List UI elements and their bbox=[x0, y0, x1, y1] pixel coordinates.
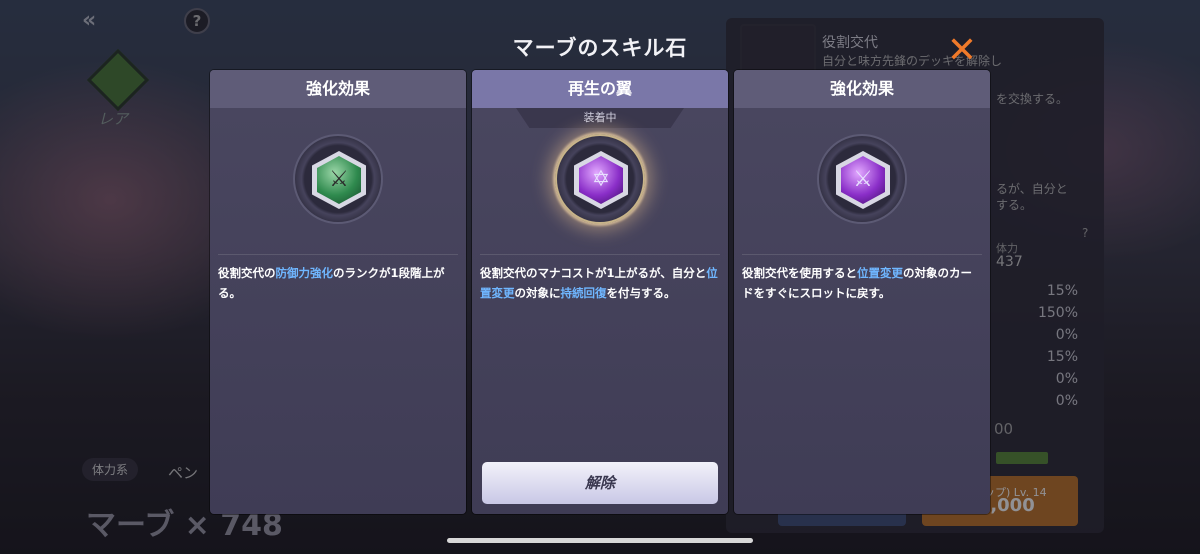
home-indicator[interactable] bbox=[447, 538, 753, 543]
skill-stone-card[interactable]: 強化効果 ⚔ 役割交代を使用すると位置変更の対象のカードをすぐにスロットに戻す。 bbox=[734, 70, 990, 514]
skill-stone-card[interactable]: 強化効果 ⚔ 役割交代の防御力強化のランクが1段階上がる。 bbox=[210, 70, 466, 514]
close-icon[interactable]: ✕ bbox=[946, 33, 978, 69]
gem-ring: ✡ bbox=[555, 134, 645, 224]
card-description: 役割交代のマナコストが1上がるが、自分と位置変更の対象に持続回復を付与する。 bbox=[480, 266, 718, 300]
release-button[interactable]: 解除 bbox=[482, 462, 718, 504]
gem-area: ⚔ bbox=[210, 108, 466, 254]
sword-icon: ⚔ bbox=[853, 167, 873, 192]
card-description: 役割交代を使用すると位置変更の対象のカードをすぐにスロットに戻す。 bbox=[742, 266, 972, 300]
gem-ring: ⚔ bbox=[817, 134, 907, 224]
dialog-title: マーブのスキル石 bbox=[512, 36, 688, 60]
card-header: 強化効果 bbox=[734, 70, 990, 108]
card-description: 役割交代の防御力強化のランクが1段階上がる。 bbox=[218, 266, 445, 300]
star-of-david-icon: ✡ bbox=[591, 167, 611, 192]
card-header: 再生の翼 bbox=[472, 70, 728, 108]
sword-icon: ⚔ bbox=[329, 167, 349, 192]
gem-area: ✡ bbox=[472, 108, 728, 254]
gem-ring: ⚔ bbox=[293, 134, 383, 224]
card-header: 強化効果 bbox=[210, 70, 466, 108]
skill-stone-card-equipped[interactable]: 再生の翼 装着中 ✡ 役割交代のマナコストが1上がるが、自分と位置変更の対象に持… bbox=[472, 70, 728, 514]
gem-area: ⚔ bbox=[734, 108, 990, 254]
